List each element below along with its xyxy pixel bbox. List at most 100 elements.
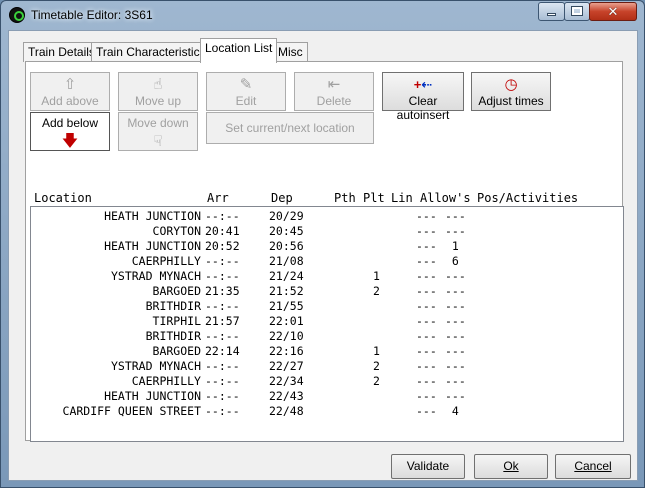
adjust-times-button[interactable]: ◷ Adjust times <box>471 72 551 111</box>
cell-dep: 22/34 <box>269 374 304 388</box>
cell-loc: CARDIFF QUEEN STREET <box>62 404 201 418</box>
table-row[interactable]: TIRPHIL 21:57 22:01 --- --- <box>31 314 621 329</box>
cell-loc: TIRPHIL <box>152 314 201 328</box>
minimize-button[interactable] <box>538 2 565 21</box>
cell-dep: 22:16 <box>269 344 304 358</box>
cell-loc: BRITHDIR <box>145 329 201 343</box>
cell-dep: 21/55 <box>269 299 304 313</box>
edit-icon: ✎ <box>239 76 253 93</box>
table-row[interactable]: YSTRAD MYNACH --:-- 21/24 1 --- --- <box>31 269 621 284</box>
cell-allow2: --- <box>445 269 466 283</box>
table-row[interactable]: CAERPHILLY --:-- 21/08 --- 6 <box>31 254 621 269</box>
move-down-button[interactable]: Move down ☟ <box>118 112 198 151</box>
location-listbox[interactable]: HEATH JUNCTION --:-- 20/29 --- --- CORYTON 20:… <box>30 206 624 442</box>
header-dep: Dep <box>271 191 293 205</box>
tab-train-details[interactable]: Train Details <box>23 42 100 62</box>
cell-loc: CAERPHILLY <box>131 374 201 388</box>
add-above-button[interactable]: ⇧ Add above <box>30 72 110 111</box>
cell-allow1: --- <box>416 209 437 223</box>
add-below-button[interactable]: Add below 🡇 <box>30 112 110 151</box>
cell-dep: 20/29 <box>269 209 304 223</box>
cell-allow1: --- <box>416 239 437 253</box>
cell-loc: HEATH JUNCTION <box>104 389 201 403</box>
cell-allow2: --- <box>445 329 466 343</box>
edit-button[interactable]: ✎ Edit <box>206 72 286 111</box>
tab-misc[interactable]: Misc <box>273 42 308 62</box>
cell-arr: --:-- <box>205 359 240 373</box>
cell-dep: 21/08 <box>269 254 304 268</box>
cell-dep: 20:45 <box>269 224 304 238</box>
table-row[interactable]: BARGOED 21:35 21:52 2 --- --- <box>31 284 621 299</box>
up-arrow-icon: ⇧ <box>63 76 77 93</box>
header-pos-activities: Pos/Activities <box>477 191 579 205</box>
cell-arr: --:-- <box>205 209 240 223</box>
cell-allow2: 1 <box>445 239 459 253</box>
clear-icon: +⇠ <box>413 77 433 92</box>
cell-arr: 21:57 <box>205 314 240 328</box>
cell-allow1: --- <box>416 329 437 343</box>
delete-button[interactable]: ⇤ Delete <box>294 72 374 111</box>
cell-allow2: 6 <box>445 254 459 268</box>
cell-loc: BARGOED <box>152 284 201 298</box>
table-row[interactable]: BRITHDIR --:-- 22/10 --- --- <box>31 329 621 344</box>
cell-dep: 21/24 <box>269 269 304 283</box>
cell-allow1: --- <box>416 314 437 328</box>
header-arr: Arr <box>207 191 229 205</box>
validate-button[interactable]: Validate <box>391 454 465 479</box>
header-pth: Pth <box>334 191 356 205</box>
cell-arr: 20:52 <box>205 239 240 253</box>
table-row[interactable]: YSTRAD MYNACH --:-- 22/27 2 --- --- <box>31 359 621 374</box>
close-button[interactable]: ✕ <box>589 2 637 21</box>
table-row[interactable]: CORYTON 20:41 20:45 --- --- <box>31 224 621 239</box>
cell-allow1: --- <box>416 359 437 373</box>
header-plt: Plt <box>363 191 385 205</box>
cell-allow1: --- <box>416 254 437 268</box>
location-list-panel: ⇧ Add above Add below 🡇 ☝ Move up Move d… <box>25 61 624 442</box>
close-icon: ✕ <box>607 4 619 19</box>
table-row[interactable]: BARGOED 22:14 22:16 1 --- --- <box>31 344 621 359</box>
timetable-editor-window: Timetable Editor: 3S61 ✕ Train Details T… <box>0 0 645 488</box>
header-allows: Allow's <box>420 191 471 205</box>
cell-allow2: --- <box>445 374 466 388</box>
cell-allow2: --- <box>445 299 466 313</box>
cell-allow1: --- <box>416 299 437 313</box>
cell-loc: BARGOED <box>152 344 201 358</box>
cell-allow1: --- <box>416 389 437 403</box>
cell-arr: --:-- <box>205 389 240 403</box>
hand-up-icon: ☝ <box>153 76 163 93</box>
cell-allow1: --- <box>416 284 437 298</box>
hand-down-icon: ☟ <box>153 133 163 150</box>
cell-arr: --:-- <box>205 269 240 283</box>
cell-plt: 2 <box>373 374 380 388</box>
table-row[interactable]: CAERPHILLY --:-- 22/34 2 --- --- <box>31 374 621 389</box>
table-row[interactable]: HEATH JUNCTION 20:52 20:56 --- 1 <box>31 239 621 254</box>
cell-arr: 21:35 <box>205 284 240 298</box>
clear-autoinsert-button[interactable]: +⇠ Clear autoinsert <box>382 72 464 122</box>
cell-arr: 22:14 <box>205 344 240 358</box>
title-bar[interactable]: Timetable Editor: 3S61 ✕ <box>1 1 644 29</box>
cell-allow1: --- <box>416 344 437 358</box>
table-row[interactable]: BRITHDIR --:-- 21/55 --- --- <box>31 299 621 314</box>
maximize-button[interactable] <box>564 2 590 21</box>
down-arrow-icon: 🡇 <box>61 133 79 150</box>
clock-icon: ◷ <box>504 76 518 93</box>
cell-loc: YSTRAD MYNACH <box>110 269 201 283</box>
tab-location-list[interactable]: Location List <box>200 38 278 63</box>
table-row[interactable]: CARDIFF QUEEN STREET --:-- 22/48 --- 4 <box>31 404 621 419</box>
set-current-location-button[interactable]: Set current/next location <box>206 112 374 144</box>
table-row[interactable]: HEATH JUNCTION --:-- 20/29 --- --- <box>31 209 621 224</box>
minimize-icon <box>547 13 556 16</box>
ok-button[interactable]: Ok <box>474 454 548 479</box>
cell-allow2: 4 <box>445 404 459 418</box>
move-up-button[interactable]: ☝ Move up <box>118 72 198 111</box>
cell-allow1: --- <box>416 404 437 418</box>
cell-dep: 20:56 <box>269 239 304 253</box>
table-row[interactable]: HEATH JUNCTION --:-- 22/43 --- --- <box>31 389 621 404</box>
cell-dep: 22/43 <box>269 389 304 403</box>
cell-allow2: --- <box>445 224 466 238</box>
header-lin: Lin <box>391 191 413 205</box>
cell-dep: 21:52 <box>269 284 304 298</box>
cancel-button[interactable]: Cancel <box>555 454 631 479</box>
cell-arr: --:-- <box>205 299 240 313</box>
tab-train-characteristics[interactable]: Train Characteristics <box>91 42 211 62</box>
